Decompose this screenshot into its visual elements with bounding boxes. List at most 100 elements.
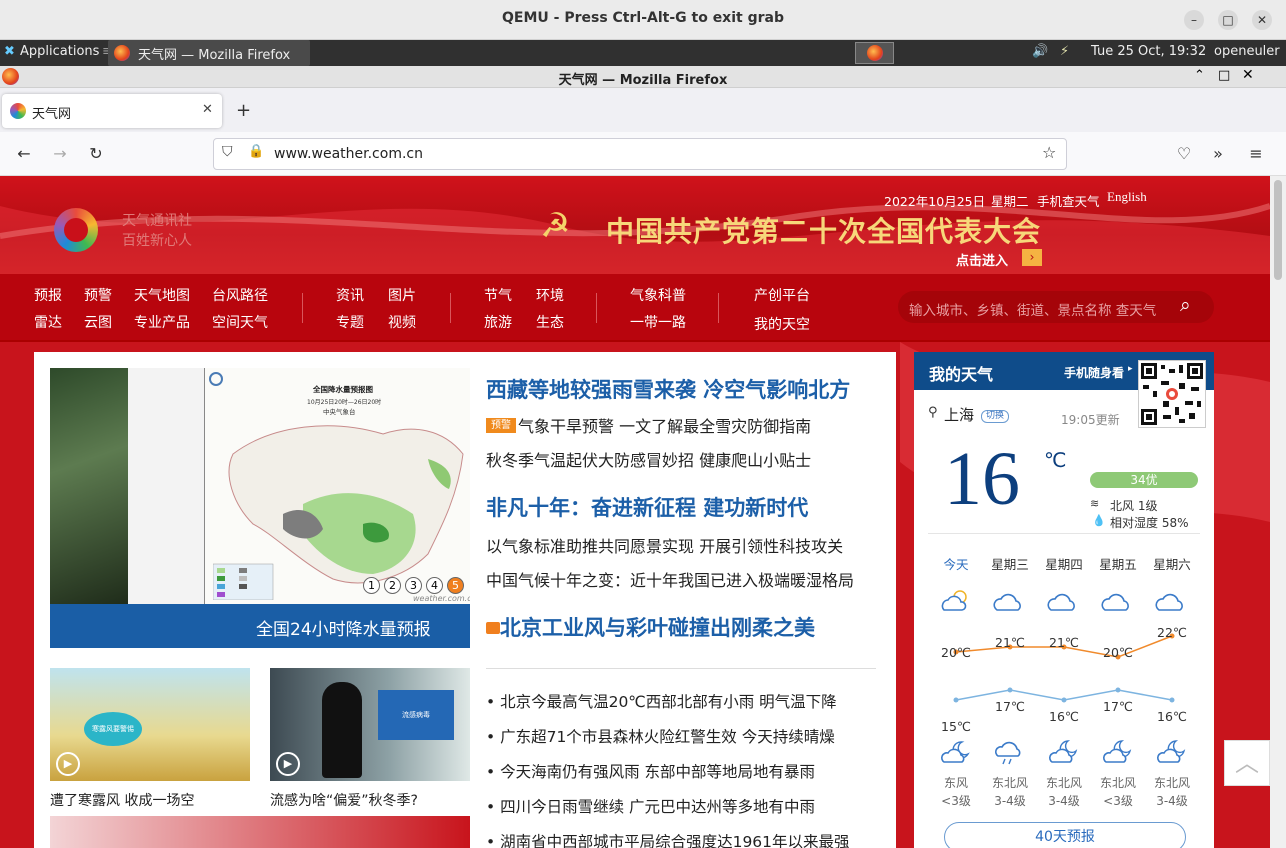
taskbar-window-item[interactable]: 天气网 — Mozilla Firefox	[108, 40, 310, 66]
slider-page-dot[interactable]: 1	[363, 577, 380, 594]
search-input[interactable]: 输入城市、乡镇、街道、景点名称 查天气	[909, 299, 1156, 319]
bullet-news[interactable]: • 广东超71个市县森林火险红警生效 今天持续晴燥	[486, 725, 835, 747]
menu-item[interactable]: 视频	[388, 312, 416, 332]
congress-banner[interactable]: 中国共产党第二十次全国代表大会	[606, 210, 1041, 250]
url-text[interactable]: www.weather.com.cn	[274, 146, 423, 162]
minimize-button[interactable]: –	[1184, 10, 1204, 30]
forecast-day[interactable]: 星期五	[1092, 554, 1144, 573]
bullet-news[interactable]: • 北京今最高气温20℃西部北部有小雨 明气温下降	[486, 690, 837, 712]
back-to-top-button[interactable]: ︿	[1224, 740, 1270, 786]
menu-item[interactable]: 一带一路	[630, 312, 686, 332]
menu-item[interactable]: 专业产品	[134, 312, 190, 332]
pocket-icon[interactable]: ♡	[1174, 144, 1194, 164]
slider-caption[interactable]: 全国24小时降水量预报	[256, 615, 431, 640]
menu-item[interactable]: 空间天气	[212, 312, 268, 332]
menu-item[interactable]: 天气地图	[134, 285, 190, 305]
extensions-chevron-icon[interactable]: »	[1208, 144, 1228, 164]
forward-icon[interactable]: →	[50, 144, 70, 164]
maximize-button[interactable]: □	[1218, 10, 1238, 30]
menu-item[interactable]: 我的天空	[754, 314, 810, 334]
mobile-weather-link[interactable]: 手机查天气	[1037, 191, 1100, 210]
mobile-view-link[interactable]: 手机随身看	[1064, 364, 1124, 381]
menu-item[interactable]: 预警	[84, 285, 112, 305]
menu-item[interactable]: 预报	[34, 285, 62, 305]
menu-item[interactable]: 雷达	[34, 312, 62, 332]
collapse-icon[interactable]: ⌃	[1194, 68, 1205, 83]
menu-item[interactable]: 资讯	[336, 285, 364, 305]
back-icon[interactable]: ←	[14, 144, 34, 164]
close-icon[interactable]: ✕	[1242, 67, 1254, 83]
app-menu-icon[interactable]: ≡	[1246, 144, 1266, 164]
search-icon[interactable]: ⌕	[1180, 294, 1191, 316]
play-icon[interactable]: ▶	[276, 752, 300, 776]
play-icon[interactable]: ▶	[56, 752, 80, 776]
new-tab-button[interactable]: +	[236, 100, 251, 121]
enter-arrow-icon[interactable]: ›	[1022, 249, 1042, 266]
url-bar[interactable]: ⛉ 🔒 www.weather.com.cn ☆	[213, 138, 1067, 170]
menu-item[interactable]: 生态	[536, 312, 564, 332]
reload-icon[interactable]: ↻	[86, 144, 106, 164]
network-icon[interactable]: ⚡	[1060, 44, 1069, 59]
close-tab-icon[interactable]: ✕	[202, 102, 213, 117]
forecast-day[interactable]: 星期三	[984, 554, 1036, 573]
shield-icon[interactable]: ⛉	[222, 144, 233, 160]
page-scrollbar[interactable]	[1270, 176, 1286, 848]
news-link[interactable]: 秋冬季气温起伏大防感冒妙招 健康爬山小贴士	[486, 447, 811, 471]
forecast-day[interactable]: 星期四	[1038, 554, 1090, 573]
close-button[interactable]: ✕	[1252, 10, 1272, 30]
headline-3[interactable]: 北京工业风与彩叶碰撞出刚柔之美	[500, 612, 815, 642]
qr-code[interactable]	[1138, 360, 1206, 428]
slider-caption-bar[interactable]: 全国24小时降水量预报	[50, 604, 470, 648]
menu-item[interactable]: 云图	[84, 312, 112, 332]
video-thumbnail[interactable]: 流感病毒 ▶	[270, 668, 470, 781]
location-pin-icon: ⚲	[928, 405, 938, 420]
applications-menu[interactable]: Applications	[20, 44, 99, 59]
headline-2[interactable]: 非凡十年：奋进新征程 建功新时代	[486, 492, 808, 522]
bottom-banner[interactable]	[50, 816, 470, 848]
volume-icon[interactable]: 🔊	[1032, 44, 1048, 59]
forecast-day-today[interactable]: 今天	[930, 554, 982, 573]
enter-link[interactable]: 点击进入	[956, 250, 1008, 269]
menu-item[interactable]: 台风路径	[212, 285, 268, 305]
user-name[interactable]: openeuler	[1214, 44, 1280, 59]
taskbar-firefox-button[interactable]	[855, 42, 894, 64]
city-search-box[interactable]: 输入城市、乡镇、街道、景点名称 查天气 ⌕	[898, 291, 1214, 323]
menu-item[interactable]: 旅游	[484, 312, 512, 332]
scrollbar-thumb[interactable]	[1274, 180, 1282, 280]
slider-page-dot[interactable]: 2	[384, 577, 401, 594]
menu-item[interactable]: 专题	[336, 312, 364, 332]
forecast-day[interactable]: 星期六	[1146, 554, 1198, 573]
bullet-news[interactable]: • 今天海南仍有强风雨 东部中部等地局地有暴雨	[486, 760, 815, 782]
lock-icon[interactable]: 🔒	[248, 144, 264, 159]
slider-page-dot-active[interactable]: 5	[447, 577, 464, 594]
news-link[interactable]: 中国气候十年之变：近十年我国已进入极端暖湿格局	[486, 567, 854, 591]
menu-item[interactable]: 产创平台	[754, 285, 810, 305]
news-slider[interactable]: 全国降水量预报图 10月25日20时—26日20时 中央气象台 1 2 3 4 …	[50, 368, 470, 648]
maximize-icon[interactable]: □	[1218, 68, 1230, 83]
bookmark-star-icon[interactable]: ☆	[1042, 143, 1056, 162]
update-time: 19:05更新	[1061, 413, 1120, 427]
news-link[interactable]: 以气象标准助推共同愿景实现 开展引领性科技攻关	[486, 533, 843, 557]
video-caption[interactable]: 流感为啥“偏爱”秋冬季?	[270, 790, 418, 810]
night-cloudy-icon	[1157, 740, 1186, 763]
aqi-badge[interactable]: 34优	[1090, 472, 1198, 488]
bullet-news[interactable]: • 四川今日雨雪继续 广元巴中达州等多地有中雨	[486, 795, 815, 817]
menu-item[interactable]: 节气	[484, 285, 512, 305]
forecast-wind: 东北风 3-4级	[1153, 776, 1190, 808]
tab-weather[interactable]: 天气网 ✕	[2, 94, 222, 128]
english-link[interactable]: English	[1107, 189, 1147, 205]
menu-item[interactable]: 环境	[536, 285, 564, 305]
bullet-news[interactable]: • 湖南省中西部城市平局综合强度达1961年以来最强	[486, 830, 850, 848]
video-caption[interactable]: 遭了寒露风 收成一场空	[50, 790, 194, 810]
headline-1[interactable]: 西藏等地较强雨雪来袭 冷空气影响北方	[486, 374, 850, 404]
video-thumbnail[interactable]: 寒露风要警惕 ▶	[50, 668, 250, 781]
slider-page-dot[interactable]: 3	[405, 577, 422, 594]
clock[interactable]: Tue 25 Oct, 19:32	[1091, 44, 1206, 59]
forecast-40day-button[interactable]: 40天预报	[944, 822, 1186, 848]
switch-city-button[interactable]: 切换	[981, 410, 1009, 423]
menu-item[interactable]: 气象科普	[630, 285, 686, 305]
menu-item[interactable]: 图片	[388, 285, 416, 305]
taskbar-window-label: 天气网 — Mozilla Firefox	[138, 48, 291, 63]
slider-page-dot[interactable]: 4	[426, 577, 443, 594]
news-link[interactable]: 气象干旱预警 一文了解最全雪灾防御指南	[518, 413, 811, 437]
